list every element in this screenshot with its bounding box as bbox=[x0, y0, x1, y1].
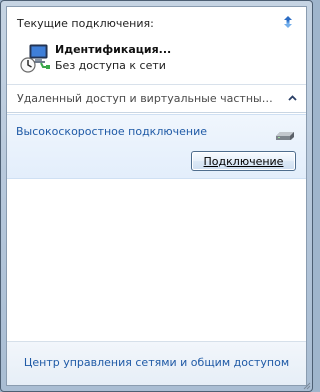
chevron-up-icon[interactable] bbox=[287, 93, 298, 104]
network-flyout: Текущие подключения: Идентификация... Бе… bbox=[0, 0, 313, 392]
section-header-vpn[interactable]: Удаленный доступ и виртуальные частные с… bbox=[7, 87, 306, 111]
resize-grip-icon[interactable] bbox=[301, 380, 311, 390]
connect-button-label: Подключение bbox=[203, 154, 284, 168]
divider bbox=[7, 112, 306, 113]
refresh-icon[interactable] bbox=[280, 14, 296, 30]
section-label: Удаленный доступ и виртуальные частные с… bbox=[17, 92, 273, 105]
connect-button[interactable]: Подключение bbox=[191, 151, 296, 171]
network-computer-icon bbox=[20, 44, 50, 73]
connection-name: Идентификация... bbox=[55, 43, 172, 56]
modem-icon bbox=[276, 132, 294, 140]
item-label[interactable]: Высокоскоростное подключение bbox=[16, 125, 207, 138]
current-connections-title: Текущие подключения: bbox=[17, 17, 154, 30]
connection-status: Без доступа к сети bbox=[55, 59, 166, 72]
footer: Центр управления сетями и общим доступом bbox=[7, 342, 306, 385]
divider bbox=[7, 84, 306, 85]
flyout-panel: Текущие подключения: Идентификация... Бе… bbox=[6, 6, 307, 386]
network-center-link[interactable]: Центр управления сетями и общим доступом bbox=[7, 356, 306, 369]
list-item-highspeed[interactable]: Высокоскоростное подключение Подключение bbox=[7, 114, 306, 179]
